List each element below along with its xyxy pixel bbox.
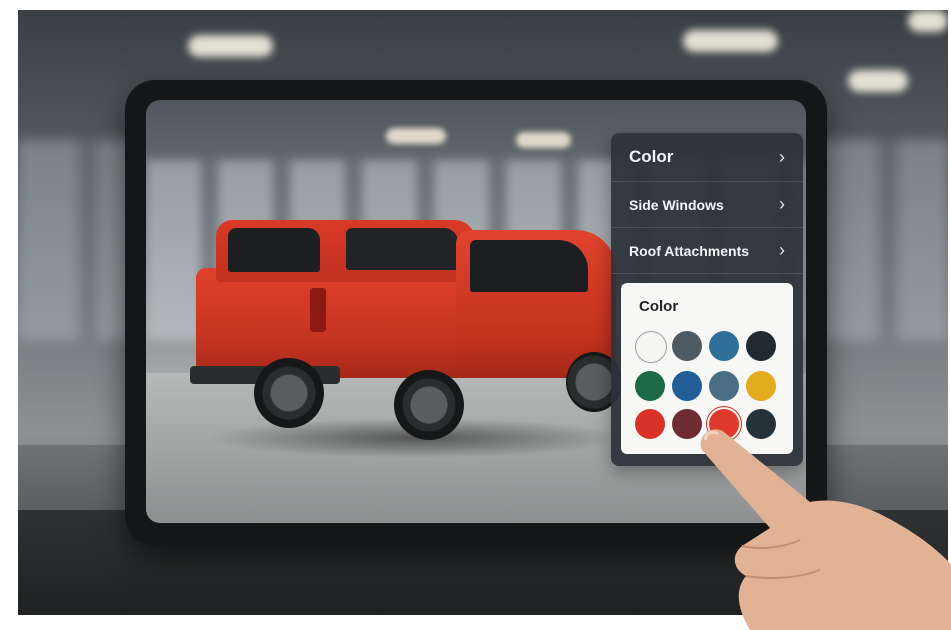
color-swatch-forest-green[interactable] [635,371,665,401]
menu-item-label: Color [629,147,674,166]
rear-side-wheel [394,370,464,440]
ceiling-light [683,30,778,52]
showroom-light [516,132,571,148]
color-swatch-bright-red[interactable] [709,409,739,439]
menu-item-color[interactable]: Color › [611,133,803,182]
menu-item-side-windows[interactable]: Side Windows › [611,182,803,228]
showroom-light [386,128,446,144]
color-swatch-red[interactable] [635,409,665,439]
color-swatch-midnight[interactable] [746,331,776,361]
color-swatch-charcoal[interactable] [746,409,776,439]
cab-window [470,240,588,292]
color-swatch-burgundy[interactable] [672,409,702,439]
color-picker-title: Color [639,298,679,315]
color-picker-card: Color [621,283,793,454]
color-swatch-slate-gray[interactable] [672,331,702,361]
color-swatch-white[interactable] [635,331,667,363]
rear-wheel [254,358,324,428]
chevron-right-icon: › [779,146,785,167]
taillight [310,288,326,332]
menu-item-label: Roof Attachments [629,242,750,259]
color-swatch-ocean-blue[interactable] [709,331,739,361]
truck-bed [196,268,496,378]
menu-item-label: Side Windows [629,196,724,213]
menu-item-roof-attachments[interactable]: Roof Attachments › [611,228,803,274]
swatch-grid [635,331,776,439]
chevron-right-icon: › [779,194,785,214]
chevron-right-icon: › [779,240,785,260]
color-swatch-mustard-yellow[interactable] [746,371,776,401]
tablet-screen: Color › Side Windows › Roof Attachments … [146,100,806,523]
ceiling-light [908,10,948,32]
canopy-rear-window [228,228,320,272]
truck-3d-model[interactable] [186,218,626,468]
color-swatch-steel-blue[interactable] [709,371,739,401]
color-swatch-blue[interactable] [672,371,702,401]
canopy-side-window [346,228,458,270]
tablet-device: Color › Side Windows › Roof Attachments … [125,80,827,546]
ceiling-light [188,35,273,57]
configurator-panel: Color › Side Windows › Roof Attachments … [611,133,803,466]
ceiling-light [848,70,908,92]
